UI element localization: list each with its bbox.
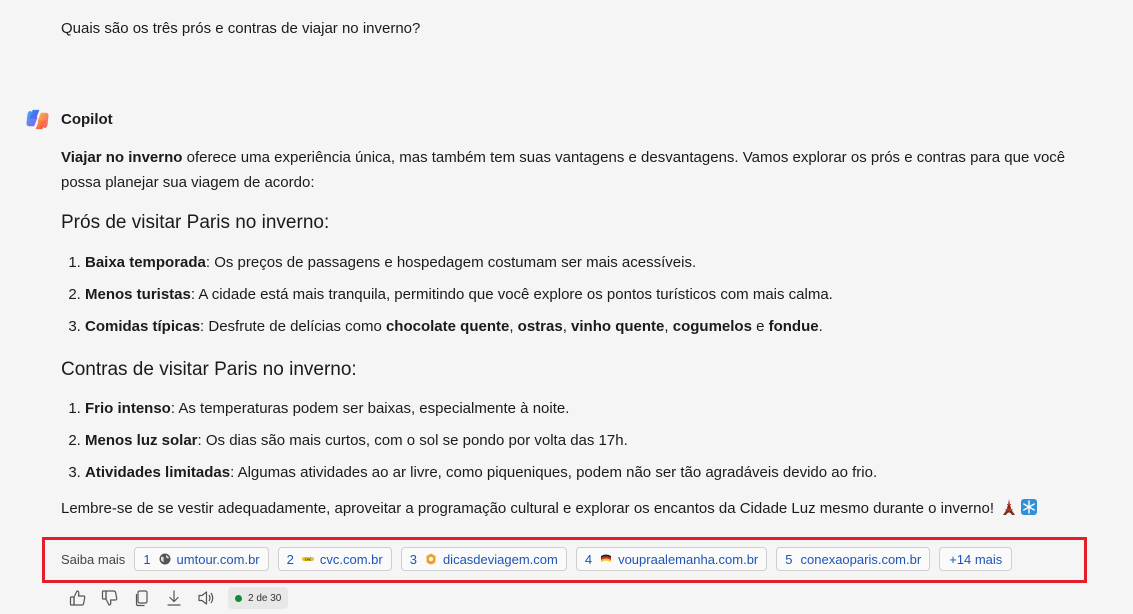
thumbs-up-icon[interactable] [68, 588, 88, 608]
con-text: : Algumas atividades ao ar livre, como p… [230, 464, 878, 482]
download-icon[interactable] [164, 588, 184, 608]
list-item: Menos turistas: A cidade está mais tranq… [85, 279, 1121, 311]
source-chip-4[interactable]: 4 voupraalemanha.com.br [575, 547, 768, 571]
cons-heading: Contras de visitar Paris no inverno: [61, 358, 357, 380]
pros-heading: Prós de visitar Paris no inverno: [61, 212, 330, 233]
separator: , [562, 317, 572, 335]
status-dot [235, 594, 242, 602]
sources-label: Saiba mais [61, 551, 126, 567]
user-question: Quais são os três prós e contras de viaj… [61, 20, 421, 37]
separator: . [818, 317, 823, 335]
con-text: : Os dias são mais curtos, com o sol se … [197, 432, 628, 450]
pro-term: Comidas típicas [85, 317, 201, 335]
food-item: ostras [517, 317, 563, 335]
list-item: Comidas típicas: Desfrute de delícias co… [85, 311, 1121, 343]
source-domain: umtour.com.br [176, 551, 260, 567]
copilot-logo-icon [26, 109, 49, 130]
source-chip-2[interactable]: 2 cvc cvc.com.br [277, 547, 392, 571]
pro-term: Menos turistas [85, 285, 191, 303]
response-count: 2 de 30 [248, 592, 282, 604]
more-sources-label: +14 mais [949, 551, 1003, 567]
source-chip-3[interactable]: 3 dicasdeviagem.com [400, 547, 567, 571]
response-toolbar: 2 de 30 [68, 587, 289, 609]
con-term: Menos luz solar [85, 432, 198, 450]
answer-outro: Lembre-se de se vestir adequadamente, ap… [61, 497, 1121, 521]
response-counter: 2 de 30 [228, 587, 289, 609]
source-chip-5[interactable]: 5 conexaoparis.com.br [776, 547, 931, 571]
thumbs-down-icon[interactable] [100, 588, 120, 608]
source-domain: cvc.com.br [319, 551, 383, 567]
source-domain: conexaoparis.com.br [800, 551, 922, 567]
chat-page: Quais são os três prós e contras de viaj… [0, 0, 1133, 614]
svg-text:cvc: cvc [305, 557, 312, 561]
list-item: Frio intenso: As temperaturas podem ser … [85, 393, 1121, 425]
food-item: cogumelos [672, 317, 752, 335]
food-item: chocolate quente [385, 317, 510, 335]
food-item: fondue [768, 317, 819, 335]
more-sources-button[interactable]: +14 mais [939, 547, 1013, 571]
snowflake-icon [1021, 499, 1038, 516]
germany-flag-icon [601, 554, 612, 562]
outro-text: Lembre-se de se vestir adequadamente, ap… [61, 500, 995, 518]
assistant-answer: Viajar no inverno oferece uma experiênci… [61, 145, 1121, 521]
pro-text: : A cidade está mais tranquila, permitin… [190, 285, 833, 303]
source-number: 1 [143, 551, 151, 567]
sources-bar: Saiba mais 1 umtour.com.br 2 cvc cvc.com… [61, 547, 1013, 571]
con-term: Frio intenso [85, 400, 171, 418]
source-number: 4 [584, 551, 593, 567]
assistant-name: Copilot [61, 111, 113, 128]
pro-text: : Os preços de passagens e hospedagem co… [205, 253, 697, 271]
separator: , [664, 317, 673, 335]
source-domain: voupraalemanha.com.br [618, 551, 759, 567]
source-number: 5 [785, 551, 793, 567]
assistant-header: Copilot [26, 108, 113, 131]
con-text: : As temperaturas podem ser baixas, espe… [170, 400, 570, 418]
con-term: Atividades limitadas [85, 464, 231, 482]
list-item: Menos luz solar: Os dias são mais curtos… [85, 425, 1121, 457]
speaker-icon[interactable] [196, 588, 216, 608]
separator: , [509, 317, 518, 335]
pros-list: Baixa temporada: Os preços de passagens … [61, 247, 1121, 343]
cvc-logo-icon: cvc [301, 557, 314, 561]
globe-icon [159, 553, 171, 565]
pro-term: Baixa temporada [85, 253, 206, 271]
source-chip-1[interactable]: 1 umtour.com.br [134, 547, 269, 571]
source-number: 2 [286, 551, 294, 567]
eiffel-tower-icon [1003, 499, 1016, 516]
source-domain: dicasdeviagem.com [442, 551, 558, 567]
list-item: Baixa temporada: Os preços de passagens … [85, 247, 1121, 279]
source-number: 3 [409, 551, 417, 567]
pro-text: : Desfrute de delícias como [200, 317, 386, 335]
intro-bold: Viajar no inverno [61, 149, 183, 166]
dicasdeviagem-logo-icon [426, 553, 436, 565]
intro-text-line1: oferece uma experiência única, mas també… [182, 149, 1066, 166]
cons-list: Frio intenso: As temperaturas podem ser … [61, 393, 1121, 489]
intro-text-line2: possa planejar sua viagem de acordo: [61, 174, 315, 191]
food-item: vinho quente [571, 317, 665, 335]
answer-intro: Viajar no inverno oferece uma experiênci… [61, 145, 1121, 195]
copy-icon[interactable] [132, 588, 152, 608]
list-item: Atividades limitadas: Algumas atividades… [85, 457, 1121, 489]
separator: e [751, 317, 769, 335]
